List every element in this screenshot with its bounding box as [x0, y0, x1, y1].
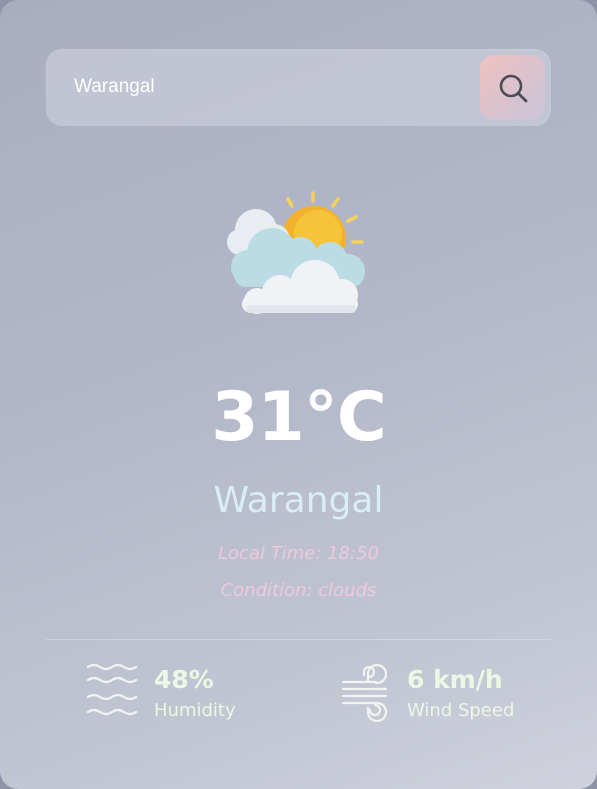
partly-cloudy-sun-icon	[227, 191, 365, 314]
search-button[interactable]	[480, 55, 545, 120]
wind-icon	[341, 663, 388, 722]
weather-card: 31°C Warangal Local Time: 18:50 Conditio…	[0, 0, 597, 789]
wind-speed-value: 6 km/h	[407, 665, 503, 694]
search-icon	[499, 74, 527, 102]
humidity-label: Humidity	[154, 700, 236, 721]
search-bar	[46, 49, 551, 126]
local-time: Local Time: 18:50	[218, 543, 379, 564]
humidity-value: 48%	[154, 665, 214, 694]
humidity-waves-icon	[86, 663, 138, 716]
wind-speed-label: Wind Speed	[407, 700, 515, 721]
city-name: Warangal	[213, 480, 384, 521]
search-input[interactable]	[74, 67, 464, 107]
temperature-value: 31°C	[211, 378, 387, 457]
weather-condition: Condition: clouds	[220, 580, 377, 601]
divider	[46, 639, 551, 640]
